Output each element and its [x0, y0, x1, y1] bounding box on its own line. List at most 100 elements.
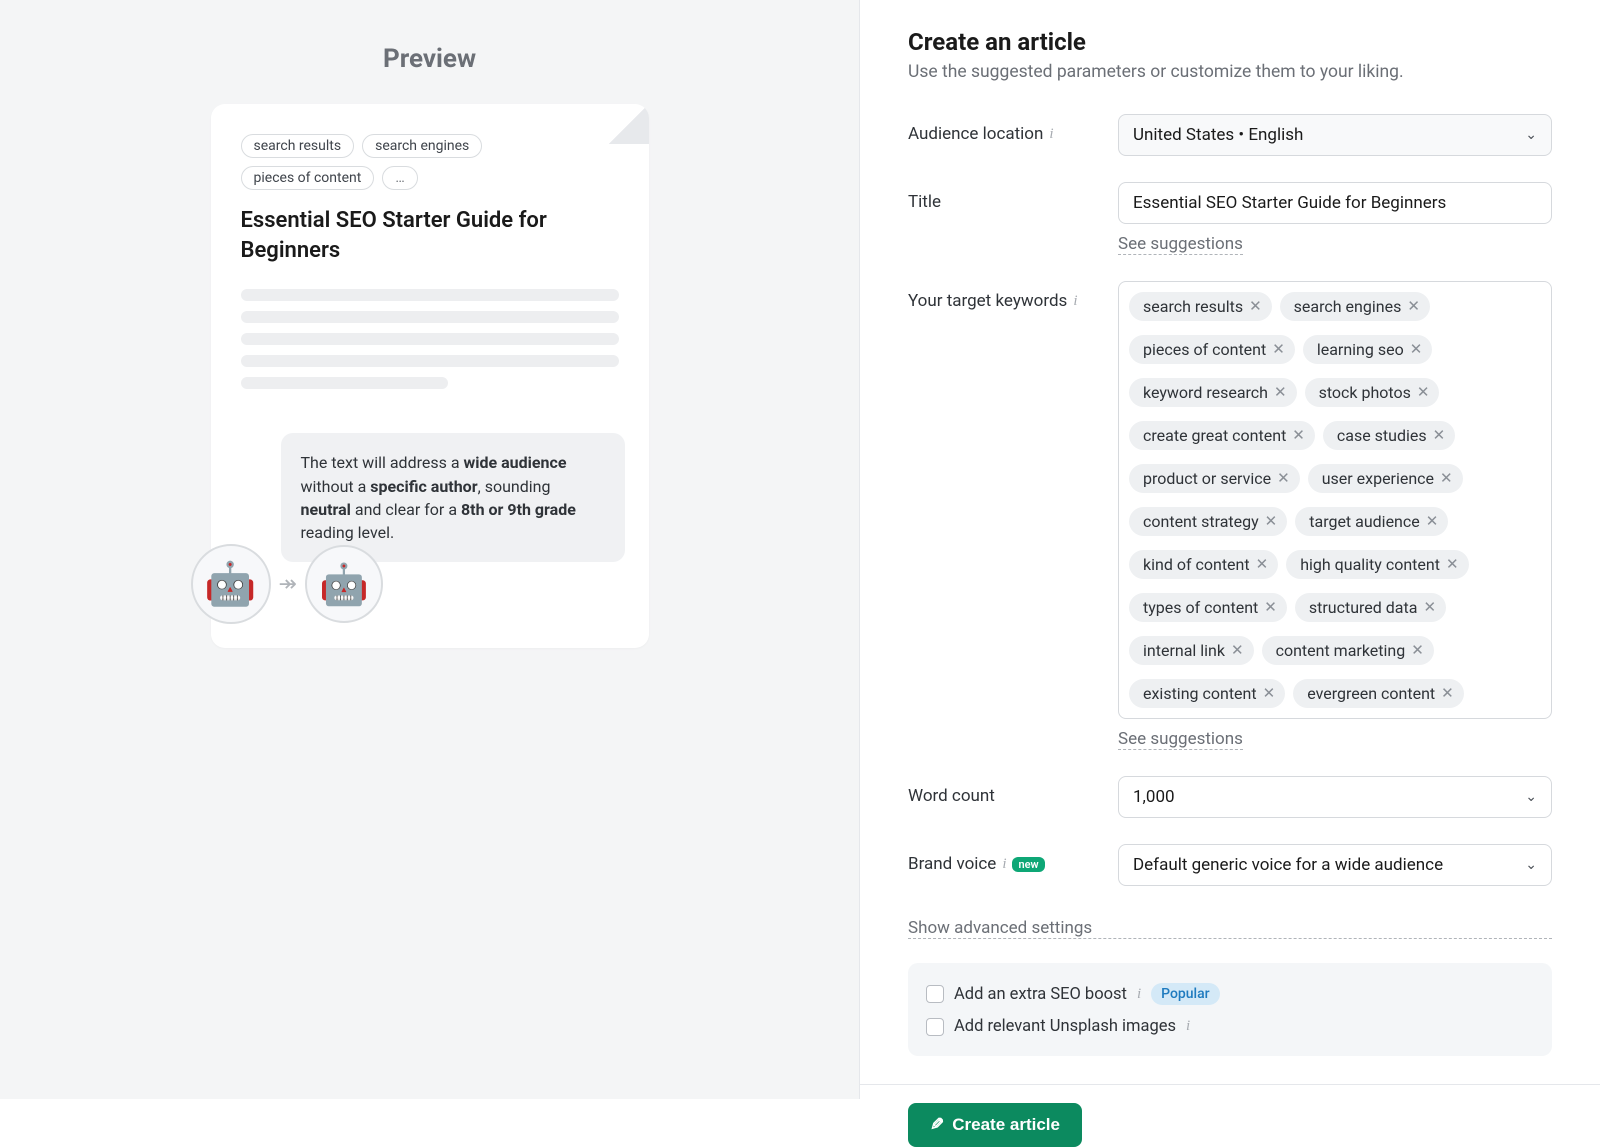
keyword-chip-label: high quality content [1300, 555, 1440, 574]
skeleton-line [241, 333, 619, 345]
keyword-chip: search engines✕ [1280, 292, 1430, 321]
keyword-chip: high quality content ✕ [1286, 550, 1468, 579]
keyword-chip: target audience ✕ [1295, 507, 1448, 536]
remove-keyword-icon[interactable]: ✕ [1249, 299, 1262, 314]
skeleton-line [241, 289, 619, 301]
label-text: Title [908, 192, 941, 212]
info-icon[interactable]: i [1002, 856, 1006, 873]
keyword-chip: internal link ✕ [1129, 636, 1254, 665]
field-audience-location: Audience location i United States • Engl… [908, 114, 1552, 156]
remove-keyword-icon[interactable]: ✕ [1265, 514, 1278, 529]
remove-keyword-icon[interactable]: ✕ [1433, 428, 1446, 443]
unsplash-checkbox[interactable] [926, 1018, 944, 1036]
seo-boost-checkbox[interactable] [926, 985, 944, 1003]
remove-keyword-icon[interactable]: ✕ [1277, 471, 1290, 486]
info-icon[interactable]: i [1137, 986, 1141, 1003]
keyword-chip: user experience✕ [1308, 464, 1463, 493]
new-badge: new [1012, 857, 1044, 872]
chevron-down-icon: ⌄ [1525, 789, 1537, 805]
keyword-chip-label: target audience [1309, 512, 1420, 531]
title-input[interactable] [1118, 182, 1552, 224]
info-icon[interactable]: i [1073, 293, 1077, 310]
keyword-chip-label: learning seo [1317, 340, 1404, 359]
keyword-chip-label: internal link [1143, 641, 1225, 660]
chevron-down-icon: ⌄ [1525, 127, 1537, 143]
keyword-chip-label: keyword research [1143, 383, 1268, 402]
keyword-chip-label: structured data [1309, 598, 1418, 617]
keyword-chip-label: case studies [1337, 426, 1427, 445]
remove-keyword-icon[interactable]: ✕ [1417, 385, 1430, 400]
see-suggestions-link[interactable]: See suggestions [1118, 729, 1243, 750]
label-text: Brand voice [908, 854, 996, 874]
preview-tag: search results [241, 134, 355, 158]
remove-keyword-icon[interactable]: ✕ [1423, 600, 1436, 615]
show-advanced-link[interactable]: Show advanced settings [908, 918, 1552, 939]
create-button-label: Create article [952, 1115, 1060, 1135]
select-value: Default generic voice for a wide audienc… [1133, 855, 1443, 875]
tooltip-bold: neutral [301, 500, 351, 519]
see-suggestions-link[interactable]: See suggestions [1118, 234, 1243, 255]
remove-keyword-icon[interactable]: ✕ [1272, 342, 1285, 357]
preview-article-title: Essential SEO Starter Guide for Beginner… [241, 206, 619, 265]
field-label: Audience location i [908, 114, 1118, 144]
chevron-down-icon: ⌄ [1525, 857, 1537, 873]
preview-tag: pieces of content [241, 166, 375, 190]
brand-voice-select[interactable]: Default generic voice for a wide audienc… [1118, 844, 1552, 886]
keyword-chip: existing content✕ [1129, 679, 1285, 708]
option-label: Add an extra SEO boost [954, 985, 1127, 1004]
keyword-chip-label: types of content [1143, 598, 1258, 617]
remove-keyword-icon[interactable]: ✕ [1231, 643, 1244, 658]
tooltip-text: , sounding [478, 477, 551, 496]
remove-keyword-icon[interactable]: ✕ [1274, 385, 1287, 400]
keyword-chip: types of content ✕ [1129, 593, 1287, 622]
remove-keyword-icon[interactable]: ✕ [1411, 643, 1424, 658]
label-text: Audience location [908, 124, 1043, 144]
remove-keyword-icon[interactable]: ✕ [1292, 428, 1305, 443]
keyword-chip-label: kind of content [1143, 555, 1250, 574]
remove-keyword-icon[interactable]: ✕ [1441, 686, 1454, 701]
select-value: 1,000 [1133, 787, 1175, 807]
preview-tag: search engines [362, 134, 482, 158]
tooltip-bold: 8th or 9th grade [461, 500, 576, 519]
robot-avatar-from: 🤖 [191, 544, 271, 624]
audience-location-select[interactable]: United States • English ⌄ [1118, 114, 1552, 156]
remove-keyword-icon[interactable]: ✕ [1426, 514, 1439, 529]
tooltip-bold: specific author [370, 477, 477, 496]
info-icon[interactable]: i [1186, 1018, 1190, 1035]
remove-keyword-icon[interactable]: ✕ [1263, 686, 1276, 701]
field-label: Title [908, 182, 1118, 212]
remove-keyword-icon[interactable]: ✕ [1264, 600, 1277, 615]
keyword-chip-label: content strategy [1143, 512, 1259, 531]
keyword-chip-label: stock photos [1319, 383, 1411, 402]
word-count-select[interactable]: 1,000 ⌄ [1118, 776, 1552, 818]
create-article-button[interactable]: Create article [908, 1103, 1082, 1147]
remove-keyword-icon[interactable]: ✕ [1256, 557, 1269, 572]
preview-card: search results search engines pieces of … [211, 104, 649, 648]
keyword-chip: content strategy ✕ [1129, 507, 1287, 536]
preview-tag-more: … [382, 166, 417, 190]
field-title: Title See suggestions [908, 182, 1552, 255]
remove-keyword-icon[interactable]: ✕ [1440, 471, 1453, 486]
keyword-chip: pieces of content✕ [1129, 335, 1295, 364]
remove-keyword-icon[interactable]: ✕ [1407, 299, 1420, 314]
keyword-chip: create great content ✕ [1129, 421, 1315, 450]
keyword-chip: search results✕ [1129, 292, 1272, 321]
keyword-chip-label: create great content [1143, 426, 1286, 445]
keyword-chip: keyword research ✕ [1129, 378, 1297, 407]
app-container: Preview search results search engines pi… [0, 0, 1600, 1099]
info-icon[interactable]: i [1049, 126, 1053, 143]
tooltip-text: without a [301, 477, 371, 496]
field-brand-voice: Brand voice i new Default generic voice … [908, 844, 1552, 886]
preview-heading: Preview [383, 44, 476, 74]
field-label: Brand voice i new [908, 844, 1118, 874]
preview-panel: Preview search results search engines pi… [0, 0, 860, 1099]
keyword-chip: content marketing ✕ [1262, 636, 1434, 665]
pencil-icon [930, 1115, 944, 1135]
remove-keyword-icon[interactable]: ✕ [1410, 342, 1423, 357]
tooltip-text: reading level. [301, 523, 395, 542]
keyword-chip-label: content marketing [1276, 641, 1406, 660]
keywords-input-box[interactable]: search results✕ search engines✕ pieces of … [1118, 281, 1552, 719]
form-heading: Create an article [908, 28, 1552, 56]
remove-keyword-icon[interactable]: ✕ [1446, 557, 1459, 572]
options-box: Add an extra SEO boost i Popular Add rel… [908, 963, 1552, 1056]
